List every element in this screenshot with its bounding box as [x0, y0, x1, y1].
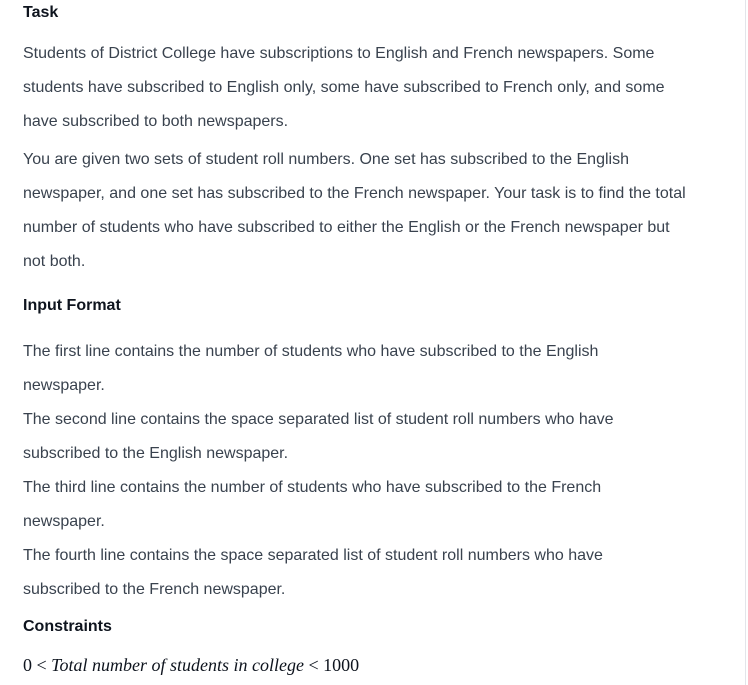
problem-statement-panel: Task Students of District College have s… — [0, 0, 746, 685]
constraints-heading: Constraints — [23, 618, 112, 635]
constraint-formula: 0 < Total number of students in college … — [23, 651, 359, 679]
task-description-paragraph: Students of District College have subscr… — [23, 45, 665, 130]
constraint-lower-bound: 0 < — [23, 655, 52, 675]
constraint-variable: Total number of students in college — [51, 655, 304, 675]
input-format-description: The first line contains the number of st… — [23, 343, 614, 598]
input-format-heading: Input Format — [23, 297, 121, 314]
task-instruction-paragraph: You are given two sets of student roll n… — [23, 151, 686, 270]
constraint-upper-bound: < 1000 — [303, 655, 360, 675]
task-heading: Task — [23, 4, 59, 21]
